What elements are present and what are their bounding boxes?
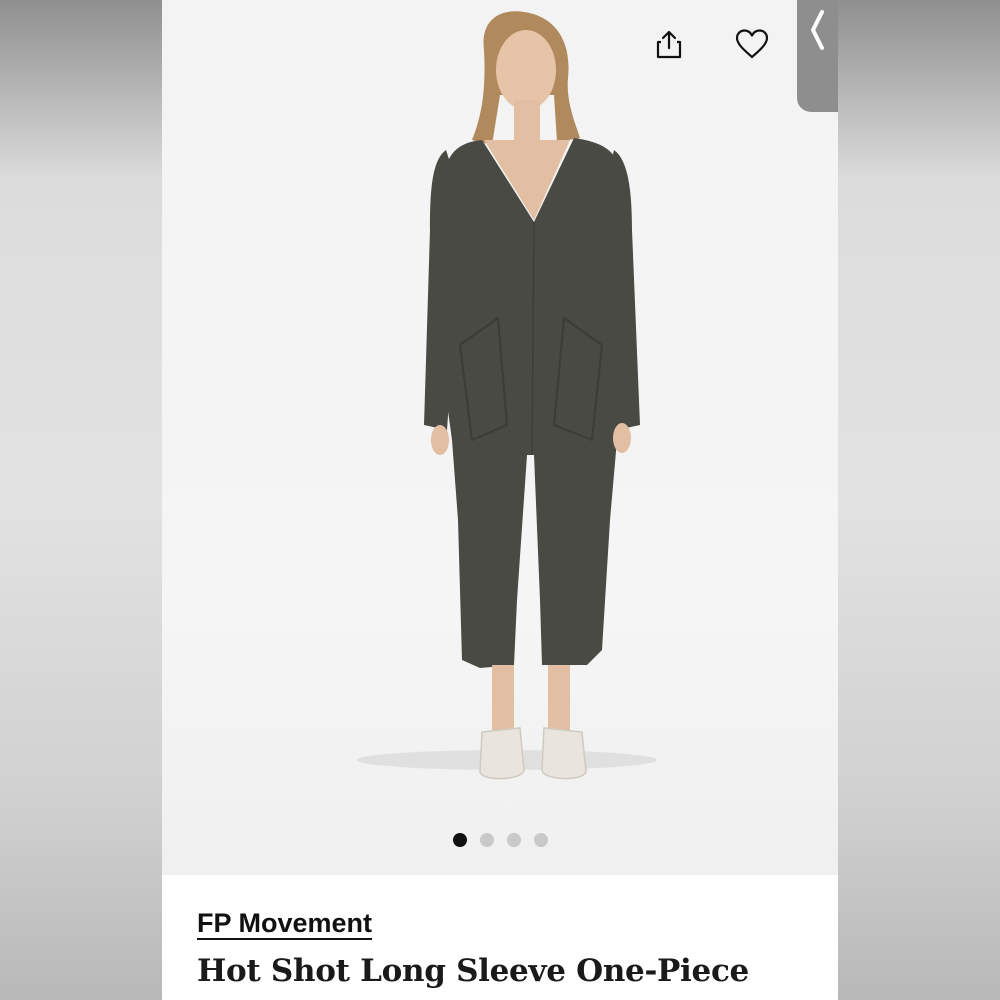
model-face <box>496 30 556 110</box>
model-neck <box>514 100 540 145</box>
sneaker-right <box>541 727 587 780</box>
favorite-button[interactable] <box>730 22 774 66</box>
heart-icon <box>735 29 769 59</box>
gallery-pagination <box>162 833 838 849</box>
sneaker-left <box>479 727 525 780</box>
product-photo <box>357 11 657 780</box>
share-button[interactable] <box>647 22 691 66</box>
gallery-dot-3[interactable] <box>506 833 521 847</box>
product-title: Hot Shot Long Sleeve One-Piece <box>197 953 749 989</box>
share-icon <box>656 30 682 59</box>
model-hand-right <box>613 423 631 453</box>
model-hand-left <box>431 425 449 455</box>
model-ankle-left <box>492 665 514 735</box>
phone-screen: FP Movement Hot Shot Long Sleeve One-Pie… <box>162 0 838 1000</box>
model-ankle-right <box>548 665 570 735</box>
gallery-dot-1[interactable] <box>452 833 467 847</box>
chevron-left-icon <box>810 10 824 50</box>
backdrop-left <box>0 0 162 1000</box>
product-image-gallery[interactable] <box>162 0 838 875</box>
back-tab[interactable] <box>797 0 838 112</box>
brand-link[interactable]: FP Movement <box>197 908 372 939</box>
backdrop-right <box>838 0 1000 1000</box>
product-info: FP Movement Hot Shot Long Sleeve One-Pie… <box>162 875 838 1000</box>
gallery-dot-2[interactable] <box>479 833 494 847</box>
gallery-dot-4[interactable] <box>533 833 548 847</box>
